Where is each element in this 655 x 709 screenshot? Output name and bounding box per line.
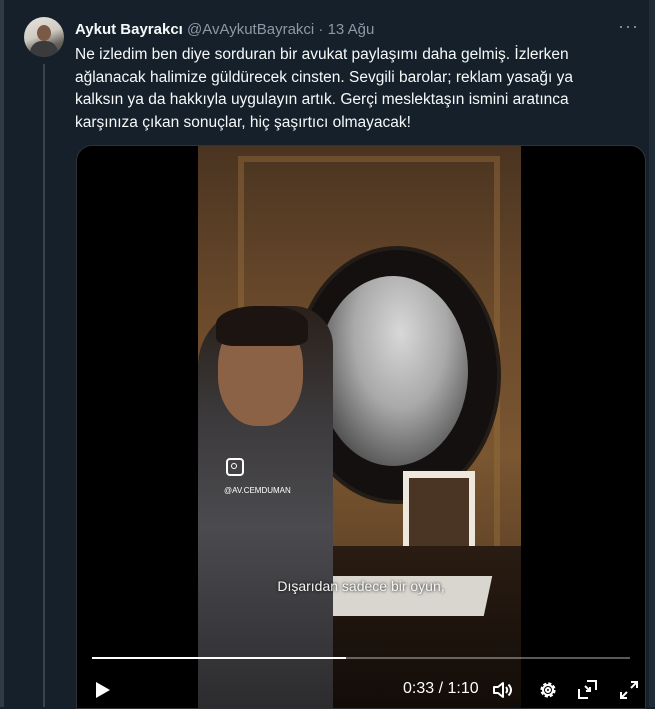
more-options-icon[interactable]: ··· bbox=[618, 16, 639, 37]
tweet[interactable]: Aykut Bayrakcı @AvAykutBayrakci · 13 Ağu… bbox=[8, 0, 649, 709]
video-player[interactable]: @AV.CEMDUMAN Dışarıdan sadece bir oyun, … bbox=[76, 145, 646, 709]
tweet-text-line: karşınıza çıkan sonuçlar, hiç şaşırtıcı … bbox=[75, 113, 411, 131]
video-subtitle: Dışarıdan sadece bir oyun, bbox=[277, 578, 445, 594]
pip-icon[interactable] bbox=[576, 678, 600, 702]
avatar[interactable] bbox=[24, 17, 64, 57]
tweet-text-line: ağlanacak halimize güldürecek cinsten. S… bbox=[75, 68, 573, 86]
avatar-head bbox=[37, 25, 51, 41]
tweet-header: Aykut Bayrakcı @AvAykutBayrakci · 13 Ağu bbox=[75, 20, 374, 40]
tweet-text: Ne izledim ben diye sorduran bir avukat … bbox=[75, 44, 635, 134]
video-frame: @AV.CEMDUMAN bbox=[198, 146, 521, 708]
tweet-timestamp[interactable]: 13 Ağu bbox=[328, 21, 375, 38]
settings-gear-icon[interactable] bbox=[536, 678, 560, 702]
author-handle[interactable]: @AvAykutBayrakci bbox=[187, 21, 314, 38]
volume-icon[interactable] bbox=[490, 678, 514, 702]
progress-fill bbox=[92, 657, 346, 659]
video-timecode: 0:33 / 1:10 bbox=[403, 680, 479, 697]
person-hair bbox=[216, 306, 308, 346]
thread-line bbox=[43, 64, 45, 707]
watermark-handle: @AV.CEMDUMAN bbox=[224, 486, 291, 495]
author-name[interactable]: Aykut Bayrakcı bbox=[75, 21, 183, 38]
instagram-icon bbox=[226, 458, 244, 476]
progress-bar[interactable] bbox=[92, 657, 630, 659]
desk-photo bbox=[409, 478, 469, 552]
window-left-border bbox=[0, 0, 4, 707]
tweet-text-line: kalksın ya da hakkıyla uygulayın artık. … bbox=[75, 91, 569, 108]
play-icon[interactable] bbox=[91, 679, 113, 701]
scrollbar[interactable] bbox=[649, 0, 655, 707]
separator-dot: · bbox=[318, 21, 324, 38]
avatar-body bbox=[30, 41, 58, 57]
tweet-text-line: Ne izledim ben diye sorduran bir avukat … bbox=[75, 46, 569, 63]
portrait-image bbox=[318, 276, 468, 466]
fullscreen-icon[interactable] bbox=[617, 678, 641, 702]
